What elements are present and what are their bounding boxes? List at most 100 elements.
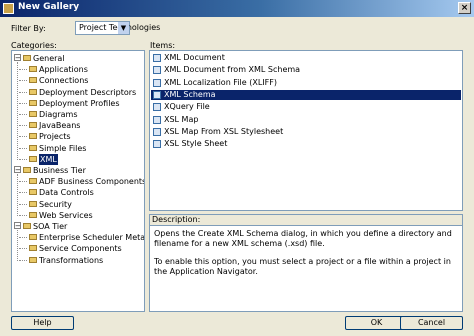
item-xml-localization-file-xliff[interactable]: XML Localization File (XLIFF) bbox=[151, 78, 461, 88]
tree-connector bbox=[19, 214, 27, 216]
tree-item-label: Service Components bbox=[39, 244, 122, 254]
collapse-icon[interactable]: − bbox=[14, 222, 21, 230]
help-button[interactable]: Help bbox=[11, 316, 74, 330]
tree-item-label: Deployment Profiles bbox=[39, 98, 120, 108]
description-header: Description: bbox=[149, 214, 463, 225]
description-panel: Opens the Create XML Schema dialog, in w… bbox=[149, 225, 463, 312]
tree-item-label: Connections bbox=[39, 76, 89, 86]
tree-guide-line bbox=[17, 230, 18, 261]
xml-document-icon bbox=[153, 54, 161, 62]
folder-icon bbox=[29, 144, 37, 151]
tree-connector bbox=[19, 158, 27, 160]
tree-connector bbox=[19, 248, 27, 250]
item-xml-schema[interactable]: XML Schema bbox=[151, 89, 461, 100]
tree-connector bbox=[19, 69, 27, 71]
tree-item-label: Security bbox=[39, 199, 72, 209]
new-gallery-dialog: New Gallery × Filter By: Project Technol… bbox=[0, 0, 474, 336]
tree-connector bbox=[19, 147, 27, 149]
item-label: XML Document bbox=[164, 53, 225, 62]
tree-item-label: Simple Files bbox=[39, 143, 87, 153]
tree-item-label: Enterprise Scheduler Metadata bbox=[39, 233, 145, 243]
items-list[interactable]: XML Document XML Document from XML Schema… bbox=[149, 50, 463, 211]
item-label: XML Localization File (XLIFF) bbox=[164, 77, 277, 87]
folder-icon bbox=[29, 211, 37, 218]
folder-icon bbox=[29, 155, 37, 162]
tree-item-label: Transformations bbox=[39, 255, 104, 265]
cancel-button[interactable]: Cancel bbox=[400, 316, 463, 330]
xquery-icon bbox=[153, 103, 161, 112]
tree-guide-line bbox=[17, 62, 18, 160]
item-label: XSL Style Sheet bbox=[164, 139, 228, 149]
tree-connector bbox=[19, 259, 27, 261]
folder-icon bbox=[29, 111, 37, 117]
folder-icon bbox=[29, 133, 37, 140]
folder-icon bbox=[29, 77, 37, 84]
tree-node-label: Business Tier bbox=[33, 166, 86, 175]
item-xsl-style-sheet[interactable]: XSL Style Sheet bbox=[151, 139, 461, 149]
description-text-1: Opens the Create XML Schema dialog, in w… bbox=[154, 229, 452, 248]
categories-tree[interactable]: − General Applications Connections Deploymen… bbox=[11, 50, 145, 312]
tree-connector bbox=[19, 192, 27, 194]
folder-icon bbox=[29, 245, 37, 252]
xml-schema-icon bbox=[153, 90, 161, 99]
folder-icon bbox=[23, 223, 31, 229]
folder-icon bbox=[29, 99, 37, 106]
xsl-map-icon bbox=[153, 127, 161, 136]
tree-item-label: JavaBeans bbox=[39, 121, 81, 131]
tree-item-label: ADF Business Components bbox=[39, 177, 145, 187]
item-xsl-map[interactable]: XSL Map bbox=[151, 115, 461, 125]
categories-label: Categories: bbox=[11, 41, 57, 50]
tree-node-label: SOA Tier bbox=[33, 222, 68, 231]
folder-icon bbox=[29, 178, 37, 185]
filter-label: Filter By: bbox=[11, 24, 46, 33]
tree-item-label: Projects bbox=[39, 132, 71, 142]
chevron-down-icon[interactable]: ▼ bbox=[118, 22, 129, 34]
folder-icon bbox=[29, 200, 37, 207]
xml-document-icon bbox=[153, 78, 161, 87]
tree-connector bbox=[19, 136, 27, 138]
tree-guide-line bbox=[17, 174, 18, 216]
tree-connector bbox=[19, 203, 27, 205]
tree-item-label: Deployment Descriptors bbox=[39, 87, 137, 97]
xsl-map-icon bbox=[153, 115, 161, 124]
tree-item-label: Data Controls bbox=[39, 188, 94, 198]
tree-connector bbox=[19, 114, 27, 115]
filter-select[interactable]: Project Technologies ▼ bbox=[75, 21, 160, 35]
item-label: XQuery File bbox=[164, 102, 210, 112]
item-xml-document[interactable]: XML Document bbox=[151, 53, 461, 63]
collapse-icon[interactable]: − bbox=[14, 166, 21, 174]
title-bar[interactable]: New Gallery × bbox=[0, 0, 474, 17]
folder-icon bbox=[29, 234, 37, 241]
folder-icon bbox=[29, 88, 37, 95]
folder-icon bbox=[29, 122, 37, 129]
item-xsl-map-from-xsl-stylesheet[interactable]: XSL Map From XSL Stylesheet bbox=[151, 127, 461, 137]
tree-item-label: Diagrams bbox=[39, 110, 78, 119]
app-icon bbox=[3, 3, 14, 14]
tree-item-label: XML bbox=[39, 153, 58, 165]
ok-button[interactable]: OK bbox=[345, 316, 408, 330]
item-label: XML Document from XML Schema bbox=[164, 65, 301, 75]
folder-icon bbox=[29, 256, 37, 263]
tree-connector bbox=[19, 125, 27, 127]
items-label: Items: bbox=[150, 41, 176, 50]
tree-item-label: Applications bbox=[39, 65, 88, 75]
item-label: XSL Map From XSL Stylesheet bbox=[164, 126, 284, 136]
tree-connector bbox=[19, 80, 27, 82]
item-label: XSL Map bbox=[164, 114, 199, 124]
tree-connector bbox=[19, 237, 27, 239]
folder-icon bbox=[29, 66, 37, 73]
close-icon[interactable]: × bbox=[458, 2, 471, 14]
window-title: New Gallery bbox=[18, 2, 80, 12]
folder-icon bbox=[23, 167, 31, 173]
tree-connector bbox=[19, 102, 27, 104]
xsl-stylesheet-icon bbox=[153, 140, 161, 149]
item-xquery-file[interactable]: XQuery File bbox=[151, 102, 461, 112]
tree-item-label: Web Services bbox=[39, 210, 93, 220]
tree-connector bbox=[19, 181, 27, 183]
item-label: XML Schema bbox=[164, 89, 216, 99]
folder-icon bbox=[23, 55, 31, 61]
folder-icon bbox=[29, 189, 37, 196]
item-xml-document-from-xml-schema[interactable]: XML Document from XML Schema bbox=[151, 65, 461, 75]
tree-node-label: General bbox=[33, 54, 65, 63]
collapse-icon[interactable]: − bbox=[14, 54, 21, 62]
